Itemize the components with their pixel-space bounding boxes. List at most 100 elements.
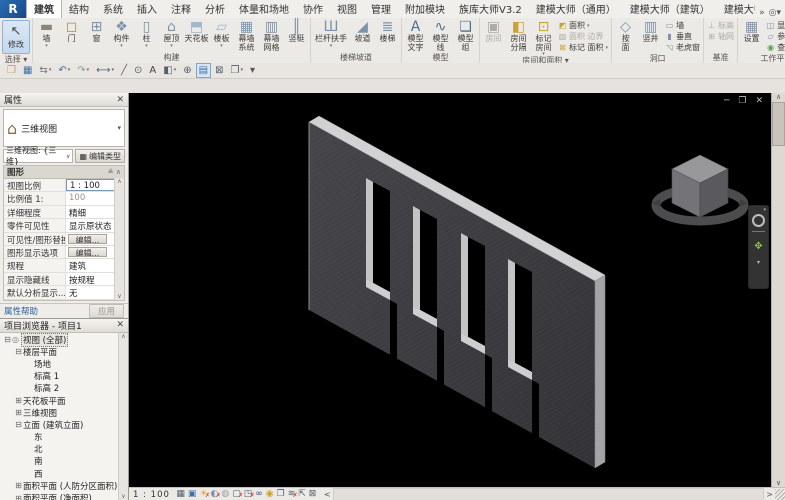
- instance-combo-chevron-icon[interactable]: ∨: [66, 153, 70, 160]
- qat-save-icon[interactable]: ▦: [20, 63, 35, 78]
- horizontal-scrollbar-track[interactable]: [333, 488, 765, 500]
- ribbon-small-button[interactable]: ◉查看器: [766, 42, 785, 53]
- ribbon-button[interactable]: ⊞窗: [84, 19, 109, 44]
- ribbon-small-button[interactable]: ⊥标高: [707, 20, 734, 31]
- ribbon-button[interactable]: ▱楼板▾: [209, 19, 234, 48]
- tree-item[interactable]: ⊟◎视图 (全部): [0, 334, 128, 346]
- dropdown-chevron-icon[interactable]: ▾: [220, 44, 223, 48]
- navbar-chevron-icon[interactable]: ▾: [763, 207, 766, 213]
- vcb-visual-style-icon[interactable]: ▣: [186, 489, 198, 500]
- tab-10[interactable]: 管理: [364, 0, 398, 18]
- app-logo-icon[interactable]: R: [0, 0, 26, 18]
- vcb-sun-path-icon[interactable]: ☀✗: [198, 489, 209, 500]
- qat-open-icon[interactable]: ❒: [4, 63, 19, 78]
- vcb-crop-view-icon[interactable]: ▢✗: [231, 489, 243, 500]
- ribbon-button[interactable]: ∿模型 线: [428, 19, 453, 52]
- panel-label-select[interactable]: 选择 ▾: [0, 55, 32, 63]
- tree-expand-icon[interactable]: ⊞: [14, 494, 23, 500]
- tab-11[interactable]: 附加模块: [398, 0, 452, 18]
- dropdown-chevron-icon[interactable]: ▾: [45, 44, 48, 48]
- ribbon-small-button[interactable]: ◹老虎窗: [665, 42, 700, 53]
- tab-13[interactable]: 建模大师（通用）: [529, 0, 623, 18]
- steering-wheel-icon[interactable]: [752, 214, 765, 227]
- instance-filter-combo[interactable]: 三维视图: {三维} ∨: [3, 149, 73, 163]
- tree-item[interactable]: 西: [0, 468, 128, 480]
- tab-2[interactable]: 结构: [62, 0, 96, 18]
- tree-expand-icon[interactable]: ⊞: [14, 408, 23, 417]
- tree-item[interactable]: 场地: [0, 358, 128, 370]
- ribbon-button[interactable]: ▯柱▾: [134, 19, 159, 48]
- ribbon-display-toggle-icon[interactable]: ◎▾: [769, 8, 781, 18]
- tab-8[interactable]: 协作: [296, 0, 330, 18]
- ribbon-button[interactable]: ⬒天花板: [184, 19, 209, 44]
- properties-close-icon[interactable]: ✕: [116, 95, 124, 105]
- viewport-scrollbar-thumb[interactable]: [772, 102, 785, 146]
- tree-item[interactable]: 南: [0, 455, 128, 467]
- dropdown-chevron-icon[interactable]: ▾: [170, 44, 173, 48]
- ribbon-button[interactable]: ▥竖井: [638, 19, 663, 44]
- scroll-up-icon[interactable]: ∧: [121, 333, 125, 340]
- hscroll-right-icon[interactable]: >: [766, 490, 775, 499]
- qat-customize-qat-icon[interactable]: ▾: [247, 63, 258, 78]
- tree-expand-icon[interactable]: ⊟: [14, 420, 23, 429]
- tab-12[interactable]: 族库大师V3.2: [452, 0, 529, 18]
- vcb-detail-level-icon[interactable]: ▦: [175, 489, 187, 500]
- ribbon-button[interactable]: ◻门: [59, 19, 84, 44]
- panel-label[interactable]: 房间和面积 ▾: [480, 56, 611, 63]
- viewcube[interactable]: [640, 133, 760, 243]
- panel-label[interactable]: 基准: [704, 53, 737, 63]
- zoom-tool-icon[interactable]: ✥: [754, 236, 762, 256]
- dropdown-chevron-icon[interactable]: ▾: [120, 44, 123, 48]
- ribbon-small-button[interactable]: ◩面积▾: [558, 20, 608, 31]
- tree-item[interactable]: ⊞三维视图: [0, 407, 128, 419]
- type-selector-chevron-icon[interactable]: ▾: [117, 124, 121, 132]
- dropdown-chevron-icon[interactable]: ▾: [145, 44, 148, 48]
- ribbon-button[interactable]: ⌂屋顶▾: [159, 19, 184, 48]
- tree-item[interactable]: ⊞天花板平面: [0, 394, 128, 406]
- view-restore-icon[interactable]: ❐: [738, 96, 746, 106]
- panel-label[interactable]: 工作平面: [738, 54, 785, 63]
- hscroll-left-icon[interactable]: <: [324, 490, 331, 499]
- vcb-analytical-model-icon[interactable]: ≋✗: [286, 489, 297, 500]
- qat-section-icon[interactable]: ⊕: [180, 63, 194, 78]
- vcb-locked-3d-view-icon[interactable]: ⊠: [307, 489, 318, 500]
- tab-overflow-chevron-icon[interactable]: »: [759, 8, 765, 18]
- ribbon-small-button[interactable]: ◫显示: [766, 20, 785, 31]
- ribbon-button[interactable]: ◢坡道: [350, 19, 375, 44]
- ribbon-small-button[interactable]: ▭墙: [665, 20, 700, 31]
- dropdown-chevron-icon[interactable]: ▾: [606, 45, 609, 51]
- tab-15[interactable]: 建模大师（机电）: [717, 0, 755, 18]
- ribbon-button[interactable]: ❖构件▾: [109, 19, 134, 48]
- tree-item[interactable]: 标高 2: [0, 382, 128, 394]
- ribbon-button[interactable]: ▬墙▾: [34, 19, 59, 48]
- ribbon-button[interactable]: ⊡标记 房间▾: [531, 19, 556, 56]
- scroll-down-icon[interactable]: ∨: [117, 293, 121, 300]
- vcb-temporary-view-properties-icon[interactable]: ❐: [275, 489, 286, 500]
- ribbon-small-button[interactable]: ⊞轴网: [707, 31, 734, 42]
- tab-4[interactable]: 插入: [130, 0, 164, 18]
- dropdown-chevron-icon[interactable]: ▾: [330, 44, 333, 48]
- tab-9[interactable]: 视图: [330, 0, 364, 18]
- tab-1[interactable]: 建筑: [26, 0, 62, 18]
- type-selector[interactable]: ⌂ 三维视图 ▾: [3, 109, 125, 147]
- tree-item[interactable]: ⊞面积平面 (净面积): [0, 492, 128, 500]
- tree-item[interactable]: ⊟楼层平面: [0, 346, 128, 358]
- vcb-shadows-icon[interactable]: ◐✗: [209, 489, 220, 500]
- ribbon-small-button[interactable]: ▨面积 边界: [558, 31, 608, 42]
- qat-redo-icon[interactable]: ↷▾: [74, 63, 92, 78]
- property-value[interactable]: 显示原状态: [66, 219, 115, 231]
- vcb-render-icon[interactable]: ◍: [220, 489, 231, 500]
- qat-aligned-dimension-icon[interactable]: ╱: [118, 63, 130, 78]
- tree-expand-icon[interactable]: ⊞: [14, 396, 23, 405]
- panel-label[interactable]: 构建: [33, 53, 310, 63]
- qat-default-3d-view-icon[interactable]: ◧▾: [160, 63, 179, 78]
- ribbon-small-button[interactable]: ▮垂直: [665, 31, 700, 42]
- drawing-area-3d-view[interactable]: ─ ❐ ✕: [129, 93, 785, 487]
- qat-thin-lines-icon[interactable]: ▤: [196, 63, 211, 78]
- ribbon-button[interactable]: ║竖梃: [284, 19, 309, 44]
- property-value[interactable]: 精细: [66, 206, 115, 218]
- tab-3[interactable]: 系统: [96, 0, 130, 18]
- properties-help-link[interactable]: 属性帮助: [4, 305, 38, 317]
- tree-item[interactable]: ⊟立面 (建筑立面): [0, 419, 128, 431]
- viewport-scroll-up-icon[interactable]: ∧: [776, 93, 781, 101]
